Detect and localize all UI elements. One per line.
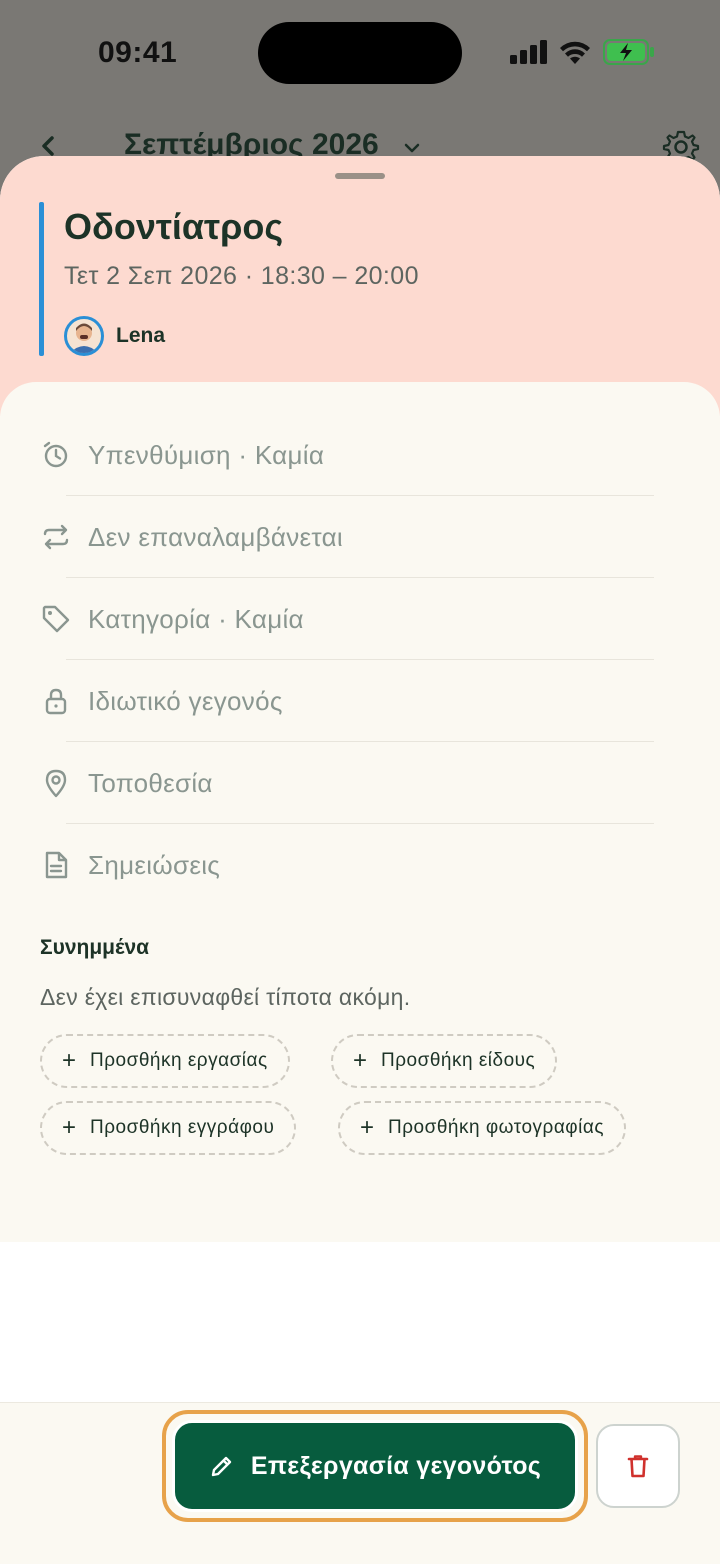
reminder-label: Υπενθύμιση · Καμία [88,439,325,470]
event-details: Υπενθύμιση · Καμία Δεν επαναλαμβάνεται Κ… [0,382,720,1242]
avatar-face-icon [70,323,98,353]
reminder-row[interactable]: Υπενθύμιση · Καμία [40,414,680,496]
sheet-grabber-handle[interactable] [335,173,385,179]
add-task-chip[interactable]: + Προσθήκη εργασίας [40,1034,290,1088]
location-row[interactable]: Τοποθεσία [40,742,680,824]
chevron-down-icon[interactable] [402,138,422,158]
status-bar: 09:41 [0,0,720,110]
add-item-chip[interactable]: + Προσθήκη είδους [331,1034,558,1088]
event-detail-sheet: Οδοντίατρος Τετ 2 Σεπ 2026 · 18:30 – 20:… [0,156,720,1564]
category-row[interactable]: Κατηγορία · Καμία [40,578,680,660]
event-datetime: Τετ 2 Σεπ 2026 · 18:30 – 20:00 [64,262,419,290]
trash-icon [627,1455,649,1478]
pencil-icon [211,1456,232,1477]
plus-icon: + [62,1047,77,1074]
chip-label: Προσθήκη εργασίας [90,1050,268,1071]
edit-event-button[interactable]: Επεξεργασία γεγονότος [172,1420,578,1512]
chip-label: Προσθήκη εγγράφου [90,1117,275,1138]
owner-name: Lena [116,324,166,347]
repeat-label: Δεν επαναλαμβάνεται [88,521,344,552]
event-title: Οδοντίατρος [64,206,284,247]
chip-label: Προσθήκη είδους [381,1050,536,1071]
location-pin-icon [40,767,72,799]
edit-event-label: Επεξεργασία γεγονότος [250,1451,542,1480]
repeat-row[interactable]: Δεν επαναλαμβάνεται [40,496,680,578]
alarm-clock-icon [40,439,72,471]
cellular-signal-icon [510,40,547,64]
event-color-bar [39,202,44,356]
private-label: Ιδιωτικό γεγονός [88,685,283,716]
status-time: 09:41 [98,36,178,69]
notes-label: Σημειώσεις [88,849,221,880]
add-photo-chip[interactable]: + Προσθήκη φωτογραφίας [338,1101,626,1155]
lock-icon [40,685,72,717]
document-icon [40,849,72,881]
dynamic-island [258,22,462,84]
location-label: Τοποθεσία [88,767,213,798]
notes-row[interactable]: Σημειώσεις [40,824,680,906]
event-header: Οδοντίατρος Τετ 2 Σεπ 2026 · 18:30 – 20:… [0,156,720,416]
plus-icon: + [353,1047,368,1074]
wifi-icon [560,41,590,64]
event-owner: Lena [64,316,165,356]
repeat-icon [40,521,72,553]
attachments-title: Συνημμένα [40,936,150,959]
avatar [64,316,104,356]
battery-charging-icon [603,39,654,65]
attachments-empty-text: Δεν έχει επισυναφθεί τίποτα ακόμη. [40,984,411,1010]
plus-icon: + [360,1114,375,1141]
tag-icon [40,603,72,635]
category-label: Κατηγορία · Καμία [88,603,304,634]
plus-icon: + [62,1114,77,1141]
add-document-chip[interactable]: + Προσθήκη εγγράφου [40,1101,297,1155]
private-row[interactable]: Ιδιωτικό γεγονός [40,660,680,742]
chip-label: Προσθήκη φωτογραφίας [388,1117,604,1138]
delete-event-button[interactable] [596,1424,680,1508]
